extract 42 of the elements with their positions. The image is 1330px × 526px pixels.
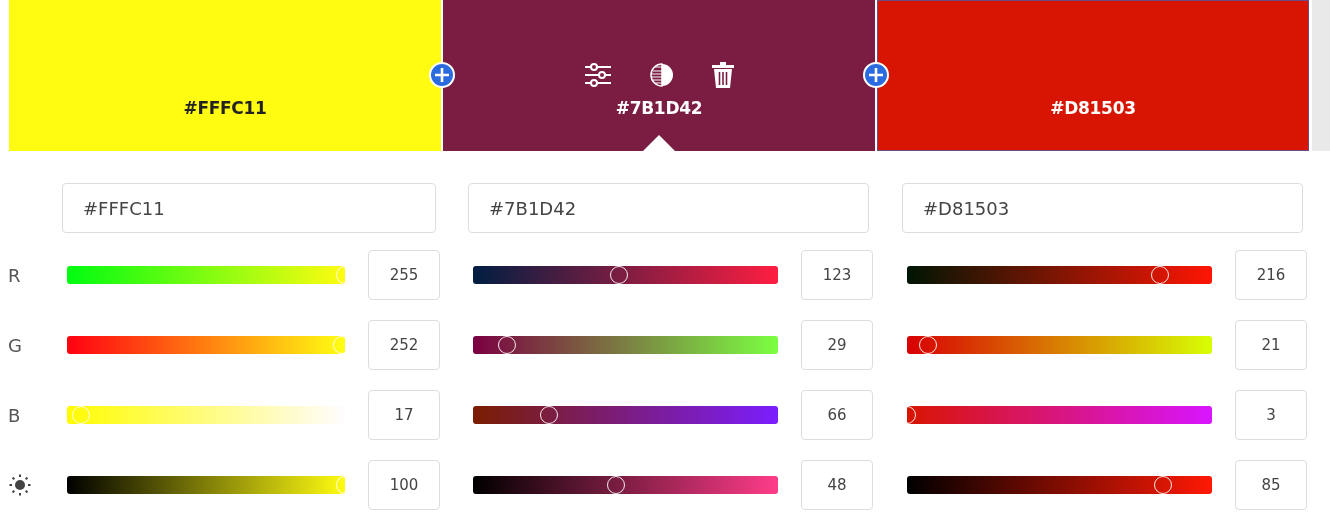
channel-value-field[interactable]: 85 [1235,460,1307,510]
channel-value-field[interactable]: 21 [1235,320,1307,370]
hex-input-field[interactable]: #FFFC11 [62,183,436,233]
color-swatch[interactable]: #D81503 [877,0,1309,151]
sliders-icon[interactable] [584,63,612,87]
channel-slider[interactable] [907,406,1212,424]
channel-label: R [8,264,21,286]
channel-value-field[interactable]: 3 [1235,390,1307,440]
channel-slider[interactable] [473,406,778,424]
plus-icon[interactable] [435,68,449,82]
color-swatch[interactable]: #FFFC11 [9,0,441,151]
channel-value-field[interactable]: 17 [368,390,440,440]
channel-slider[interactable] [473,476,778,494]
channel-value-field[interactable]: 66 [801,390,873,440]
channel-value-field[interactable]: 255 [368,250,440,300]
selected-indicator-icon [643,135,675,151]
brightness-icon [8,473,32,497]
channel-value-field[interactable]: 48 [801,460,873,510]
swatch-hex-label: #FFFC11 [183,98,267,118]
channel-slider[interactable] [67,266,345,284]
hex-input-field[interactable]: #7B1D42 [468,183,869,233]
swatch-hex-label: #7B1D42 [615,98,703,118]
trash-icon[interactable] [712,62,734,88]
channel-slider[interactable] [907,336,1212,354]
contrast-icon[interactable] [650,63,674,87]
channel-value-field[interactable]: 123 [801,250,873,300]
color-swatch[interactable]: #7B1D42 [443,0,875,151]
channel-value-field[interactable]: 100 [368,460,440,510]
channel-slider[interactable] [67,336,345,354]
channel-label: B [8,404,21,426]
channel-value-field[interactable]: 216 [1235,250,1307,300]
channel-slider[interactable] [67,476,345,494]
channel-value-field[interactable]: 252 [368,320,440,370]
channel-slider[interactable] [907,476,1212,494]
plus-icon[interactable] [869,68,883,82]
hex-input-field[interactable]: #D81503 [902,183,1303,233]
channel-slider[interactable] [907,266,1212,284]
channel-slider[interactable] [473,266,778,284]
channel-label: G [8,334,22,356]
channel-value-field[interactable]: 29 [801,320,873,370]
channel-slider[interactable] [473,336,778,354]
swatch-hex-label: #D81503 [1050,98,1136,118]
